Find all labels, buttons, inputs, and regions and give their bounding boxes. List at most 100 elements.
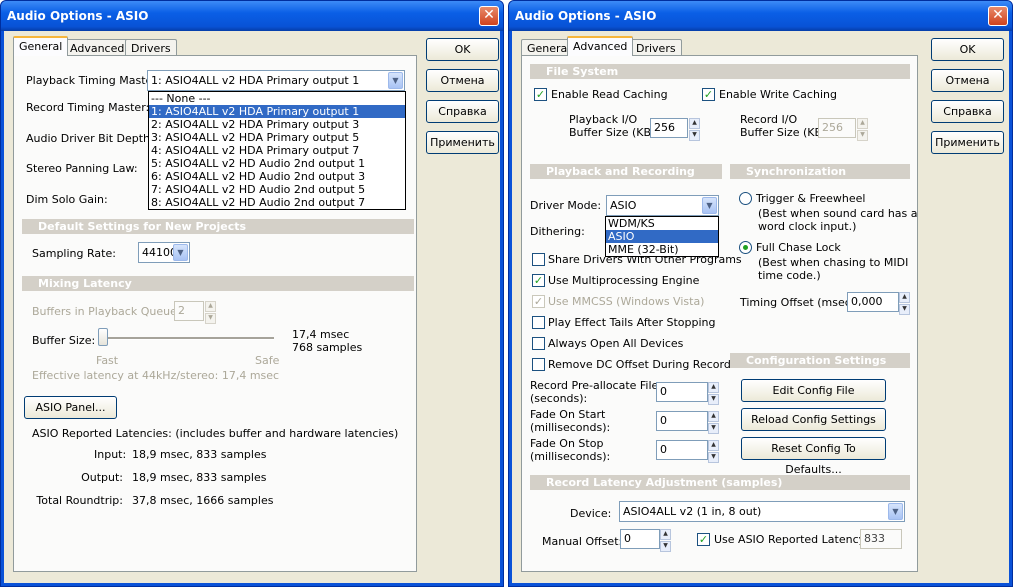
fade-stop-input[interactable]: 0 [656, 440, 708, 460]
tab-drivers[interactable]: Drivers [630, 39, 682, 56]
driver-mode-select[interactable]: ASIO ▼ [606, 195, 719, 216]
close-icon[interactable]: ✕ [988, 6, 1008, 26]
edit-config-button[interactable]: Edit Config File [741, 379, 886, 402]
device-label: Device: [570, 507, 612, 520]
dropdown-option[interactable]: 3: ASIO4ALL v2 HDA Primary output 5 [149, 131, 405, 144]
prealloc-spinner[interactable]: ▲ ▼ [708, 382, 719, 405]
dropdown-option[interactable]: WDM/KS [606, 217, 718, 230]
tab-advanced[interactable]: Advanced [567, 36, 634, 56]
dropdown-option[interactable]: 5: ASIO4ALL v2 HD Audio 2nd output 1 [149, 157, 405, 170]
manual-offset-input[interactable]: 0 [620, 529, 660, 549]
reload-config-button[interactable]: Reload Config Settings [741, 408, 886, 431]
record-io-input[interactable]: 256 [818, 118, 856, 138]
reset-config-button[interactable]: Reset Config To Defaults... [741, 437, 886, 476]
apply-button[interactable]: Применить [931, 131, 1004, 154]
use-reported-latency-checkbox[interactable]: ✓ [697, 533, 710, 546]
playback-master-dropdown[interactable]: --- None --- 1: ASIO4ALL v2 HDA Primary … [148, 91, 406, 210]
spin-down-icon[interactable]: ▼ [660, 541, 671, 552]
chevron-down-icon[interactable]: ▼ [702, 197, 717, 214]
chevron-down-icon[interactable]: ▼ [173, 244, 188, 261]
buffers-queue-input[interactable]: 2 [174, 301, 204, 321]
dropdown-option[interactable]: 2: ASIO4ALL v2 HDA Primary output 3 [149, 118, 405, 131]
ok-button[interactable]: OK [426, 38, 499, 61]
sampling-rate-select[interactable]: 44100 ▼ [138, 242, 190, 263]
spin-up-icon[interactable]: ▲ [857, 118, 868, 129]
effect-tails-checkbox[interactable] [532, 316, 545, 329]
spin-down-icon[interactable]: ▼ [857, 130, 868, 141]
effective-latency-text: Effective latency at 44kHz/stereo: 17,4 … [32, 369, 280, 382]
dropdown-option[interactable]: 8: ASIO4ALL v2 HD Audio 2nd output 7 [149, 196, 405, 209]
timing-offset-input[interactable]: 0,000 [847, 292, 899, 312]
open-devices-checkbox[interactable] [532, 337, 545, 350]
spin-down-icon[interactable]: ▼ [899, 304, 910, 315]
record-io-label: Record I/O [740, 113, 798, 126]
buffer-size-slider-track[interactable] [98, 337, 274, 340]
dropdown-option[interactable]: MME (32-Bit) [606, 243, 718, 256]
fade-stop-label-2: (milliseconds): [530, 450, 611, 463]
record-io-spinner[interactable]: ▲ ▼ [857, 118, 868, 141]
device-select[interactable]: ASIO4ALL v2 (1 in, 8 out) ▼ [619, 501, 905, 522]
manual-offset-spinner[interactable]: ▲ ▼ [660, 529, 671, 552]
spin-up-icon[interactable]: ▲ [708, 440, 719, 451]
spin-down-icon[interactable]: ▼ [708, 452, 719, 463]
spin-up-icon[interactable]: ▲ [708, 411, 719, 422]
trigger-freewheel-radio[interactable] [739, 192, 752, 205]
fade-stop-label: Fade On Stop [530, 437, 604, 450]
close-icon[interactable]: ✕ [479, 6, 499, 26]
fade-start-input[interactable]: 0 [656, 411, 708, 431]
buffer-size-slider-thumb[interactable] [98, 328, 108, 346]
apply-button[interactable]: Применить [426, 131, 499, 154]
mmcss-checkbox[interactable]: ✓ [532, 295, 545, 308]
title-bar[interactable]: Audio Options - ASIO ✕ [1, 1, 503, 31]
full-chase-lock-radio[interactable] [739, 241, 752, 254]
buffer-ms-value: 17,4 msec [292, 328, 350, 341]
read-caching-checkbox[interactable]: ✓ [534, 88, 547, 101]
chevron-down-icon[interactable]: ▼ [888, 503, 903, 520]
audio-options-window-general: Audio Options - ASIO ✕ General Advanced … [0, 0, 504, 587]
cancel-button[interactable]: Отмена [931, 69, 1004, 92]
dialog-client: General Advanced Drivers File System ✓ E… [512, 31, 1009, 583]
driver-mode-dropdown[interactable]: WDM/KS ASIO MME (32-Bit) [605, 216, 719, 257]
dithering-label: Dithering: [530, 225, 585, 238]
tab-advanced[interactable]: Advanced [64, 39, 131, 56]
multiprocessing-checkbox[interactable]: ✓ [532, 274, 545, 287]
dropdown-option[interactable]: --- None --- [149, 92, 405, 105]
spin-down-icon[interactable]: ▼ [689, 130, 700, 141]
fade-stop-spinner[interactable]: ▲ ▼ [708, 440, 719, 463]
help-button[interactable]: Справка [931, 100, 1004, 123]
asio-panel-button[interactable]: ASIO Panel... [24, 396, 117, 419]
section-mixing-latency: Mixing Latency [22, 276, 414, 291]
playback-io-input[interactable]: 256 [650, 118, 688, 138]
dropdown-option-selected[interactable]: 1: ASIO4ALL v2 HDA Primary output 1 [149, 105, 405, 118]
playback-io-spinner[interactable]: ▲ ▼ [689, 118, 700, 141]
tab-general[interactable]: General [13, 36, 69, 56]
help-button[interactable]: Справка [426, 100, 499, 123]
multiprocessing-label: Use Multiprocessing Engine [548, 274, 700, 287]
spin-up-icon[interactable]: ▲ [899, 292, 910, 303]
ok-button[interactable]: OK [931, 38, 1004, 61]
write-caching-checkbox[interactable]: ✓ [702, 88, 715, 101]
dropdown-option[interactable]: 4: ASIO4ALL v2 HDA Primary output 7 [149, 144, 405, 157]
chevron-down-icon[interactable]: ▼ [388, 72, 403, 89]
spin-down-icon[interactable]: ▼ [708, 394, 719, 405]
dropdown-option[interactable]: 6: ASIO4ALL v2 HD Audio 2nd output 3 [149, 170, 405, 183]
dc-offset-checkbox[interactable] [532, 358, 545, 371]
title-bar[interactable]: Audio Options - ASIO ✕ [509, 1, 1012, 31]
dropdown-option[interactable]: 7: ASIO4ALL v2 HD Audio 2nd output 5 [149, 183, 405, 196]
cancel-button[interactable]: Отмена [426, 69, 499, 92]
tab-drivers[interactable]: Drivers [125, 39, 177, 56]
fade-start-spinner[interactable]: ▲ ▼ [708, 411, 719, 434]
spin-up-icon[interactable]: ▲ [660, 529, 671, 540]
buffers-queue-spinner[interactable]: ▲ ▼ [205, 301, 216, 324]
spin-up-icon[interactable]: ▲ [205, 301, 216, 312]
timing-offset-spinner[interactable]: ▲ ▼ [899, 292, 910, 315]
reported-latency-value: 833 [860, 529, 902, 549]
dropdown-option-selected[interactable]: ASIO [606, 230, 718, 243]
playback-master-select[interactable]: 1: ASIO4ALL v2 HDA Primary output 1 ▼ [147, 70, 405, 91]
spin-down-icon[interactable]: ▼ [205, 313, 216, 324]
spin-up-icon[interactable]: ▲ [708, 382, 719, 393]
spin-down-icon[interactable]: ▼ [708, 423, 719, 434]
spin-up-icon[interactable]: ▲ [689, 118, 700, 129]
share-drivers-checkbox[interactable] [532, 253, 545, 266]
prealloc-input[interactable]: 0 [656, 382, 708, 402]
